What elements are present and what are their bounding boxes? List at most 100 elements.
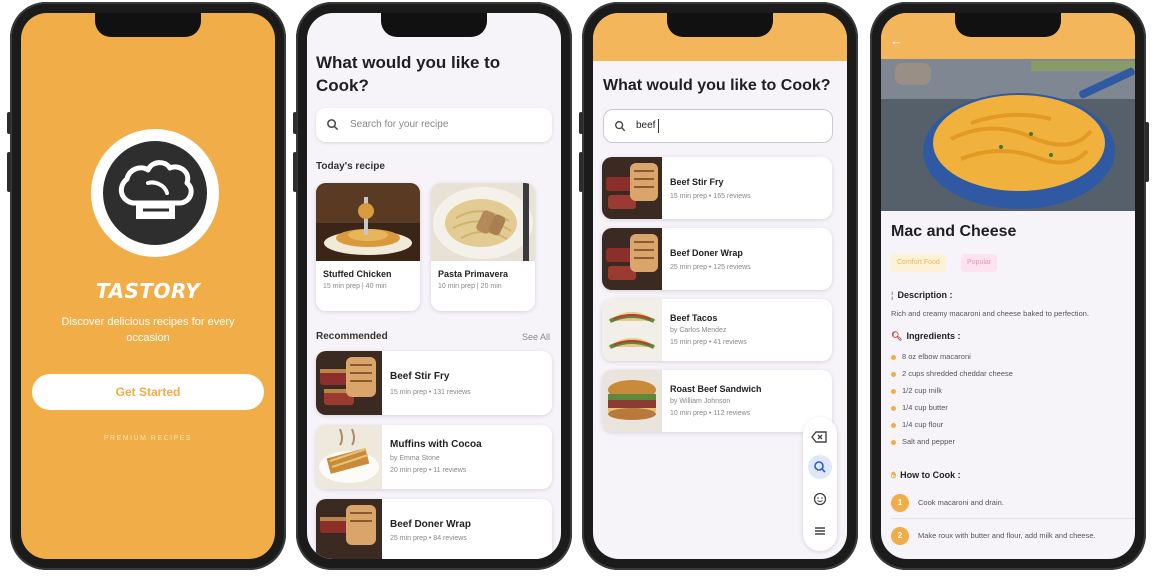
- menu-icon: [815, 527, 825, 535]
- tag-badge: Comfort Food: [891, 254, 946, 272]
- todays-recipe-card[interactable]: Stuffed Chicken 15 min prep | 40 min: [316, 183, 420, 311]
- home-screen: What would you like to Cook? Search for …: [307, 13, 561, 559]
- recommended-heading: Recommended: [316, 331, 388, 342]
- recipe-meta: 10 min prep • 112 reviews: [670, 410, 751, 417]
- backspace-icon: [811, 431, 827, 443]
- recipe-title: Roast Beef Sandwich: [670, 384, 762, 394]
- back-arrow-icon[interactable]: ←: [890, 33, 903, 48]
- app-logo: [91, 129, 219, 257]
- search-value: beef: [636, 120, 656, 131]
- step-number: 1: [891, 494, 909, 512]
- ingredient-item: 8 oz elbow macaroni: [891, 352, 971, 361]
- search-result[interactable]: Beef Doner Wrap 25 min prep • 125 review…: [602, 228, 832, 290]
- recipe-title: Muffins with Cocoa: [390, 439, 482, 450]
- pasta-primavera-image: [431, 183, 535, 261]
- chef-hat-icon: [118, 160, 194, 219]
- notch: [667, 13, 773, 37]
- phone-splash: TASTORY Discover delicious recipes for e…: [7, 2, 286, 570]
- recipe-title: Beef Stir Fry: [390, 371, 450, 382]
- ingredient-item: 1/4 cup butter: [891, 403, 948, 412]
- step-text: Cook macaroni and drain.: [918, 498, 1004, 507]
- menu-key[interactable]: [808, 519, 832, 543]
- ingredient-item: Salt and pepper: [891, 437, 955, 446]
- recipe-title: Beef Doner Wrap: [670, 248, 743, 258]
- phone-home: What would you like to Cook? Search for …: [293, 2, 572, 570]
- recipe-title: Mac and Cheese: [891, 223, 1017, 240]
- search-result[interactable]: Roast Beef Sandwich by William Johnson 1…: [602, 370, 832, 432]
- backspace-key[interactable]: [808, 425, 832, 449]
- recipe-meta: 15 min prep • 131 reviews: [390, 389, 471, 396]
- recipe-author: by William Johnson: [670, 398, 731, 405]
- search-input[interactable]: Search for your recipe: [316, 108, 552, 142]
- tag-badge: Popular: [961, 254, 998, 272]
- search-result[interactable]: Beef Stir Fry 15 min prep • 165 reviews: [602, 157, 832, 219]
- muffins-with-cocoa-image: [316, 425, 382, 489]
- recipe-title: Beef Tacos: [670, 313, 718, 323]
- pin-icon: ¦: [891, 290, 894, 300]
- how-to-cook-heading: ✋︎ How to Cook :: [891, 470, 961, 480]
- search-icon: [327, 119, 339, 131]
- roast-beef-sandwich-image: [602, 370, 662, 432]
- ingredient-item: 2 cups shredded cheddar cheese: [891, 369, 1013, 378]
- description-heading: ¦ Description :: [891, 290, 953, 300]
- recipe-meta: 25 min prep • 125 reviews: [670, 264, 751, 271]
- notch: [381, 13, 487, 37]
- recipe-author: by Carlos Mendez: [670, 327, 727, 334]
- text-cursor: [658, 119, 659, 133]
- step-number: 2: [891, 527, 909, 545]
- recipe-meta: 15 min prep • 165 reviews: [670, 193, 751, 200]
- cooking-step: 2 Make roux with butter and flour, add m…: [891, 522, 1135, 550]
- todays-recipe-card[interactable]: Pasta Primavera 10 min prep | 20 min: [431, 183, 535, 311]
- app-tagline: Discover delicious recipes for every occ…: [61, 316, 235, 344]
- divider: [891, 518, 1135, 519]
- beef-doner-wrap-image: [602, 228, 662, 290]
- description-text: Rich and creamy macaroni and cheese bake…: [891, 309, 1090, 318]
- search-input[interactable]: beef: [603, 109, 833, 143]
- search-result[interactable]: Beef Tacos by Carlos Mendez 15 min prep …: [602, 299, 832, 361]
- emoji-key[interactable]: [808, 487, 832, 511]
- phone-search: What would you like to Cook? beef Beef S…: [579, 2, 858, 570]
- recommended-item[interactable]: Beef Stir Fry 15 min prep • 131 reviews: [316, 351, 552, 415]
- smiley-icon: [813, 492, 827, 506]
- ingredients-heading: 🔍︎ Ingredients :: [891, 331, 961, 341]
- recipe-meta: 15 min prep | 40 min: [323, 283, 387, 290]
- recommended-item[interactable]: Beef Doner Wrap 25 min prep • 84 reviews: [316, 499, 552, 559]
- recipe-meta: 15 min prep • 41 reviews: [670, 339, 747, 346]
- search-placeholder: Search for your recipe: [350, 119, 449, 130]
- premium-label: PREMIUM RECIPES: [103, 435, 193, 442]
- detail-screen: ← Mac and Cheese Comfort Food Popular ¦ D…: [881, 13, 1135, 559]
- cook-hand-icon: ✋︎: [891, 470, 897, 480]
- recipe-author: by Emma Stone: [390, 455, 440, 462]
- see-all-link[interactable]: See All: [522, 332, 550, 342]
- beef-stir-fry-image: [602, 157, 662, 219]
- beef-stir-fry-image: [316, 351, 382, 415]
- cooking-step: 1 Cook macaroni and drain.: [891, 489, 1135, 517]
- notch: [955, 13, 1061, 37]
- recipe-title: Stuffed Chicken: [323, 269, 392, 279]
- recipe-meta: 20 min prep • 11 reviews: [390, 467, 467, 474]
- todays-recipe-heading: Today's recipe: [316, 161, 385, 172]
- app-brand: TASTORY: [95, 279, 201, 303]
- recipe-title: Pasta Primavera: [438, 269, 509, 279]
- search-icon: [814, 461, 826, 473]
- get-started-button[interactable]: Get Started: [32, 374, 264, 410]
- ingredient-item: 1/4 cup flour: [891, 420, 943, 429]
- recipe-title: Beef Stir Fry: [670, 177, 724, 187]
- ingredient-item: 1/2 cup milk: [891, 386, 942, 395]
- search-screen: What would you like to Cook? beef Beef S…: [593, 13, 847, 559]
- beef-tacos-image: [602, 299, 662, 361]
- stuffed-chicken-image: [316, 183, 420, 261]
- search-key[interactable]: [808, 455, 832, 479]
- recipe-meta: 10 min prep | 20 min: [438, 283, 502, 290]
- phone-detail: ← Mac and Cheese Comfort Food Popular ¦ D…: [870, 2, 1149, 570]
- recipe-meta: 25 min prep • 84 reviews: [390, 535, 467, 542]
- notch: [95, 13, 201, 37]
- page-title: What would you like to Cook?: [603, 77, 831, 94]
- search-icon: [615, 121, 626, 132]
- recipe-title: Beef Doner Wrap: [390, 519, 471, 530]
- beef-doner-wrap-image: [316, 499, 382, 559]
- splash-screen: TASTORY Discover delicious recipes for e…: [21, 13, 275, 559]
- recommended-item[interactable]: Muffins with Cocoa by Emma Stone 20 min …: [316, 425, 552, 489]
- keyboard-toolbar: [803, 417, 837, 551]
- step-text: Make roux with butter and flour, add mil…: [918, 531, 1096, 540]
